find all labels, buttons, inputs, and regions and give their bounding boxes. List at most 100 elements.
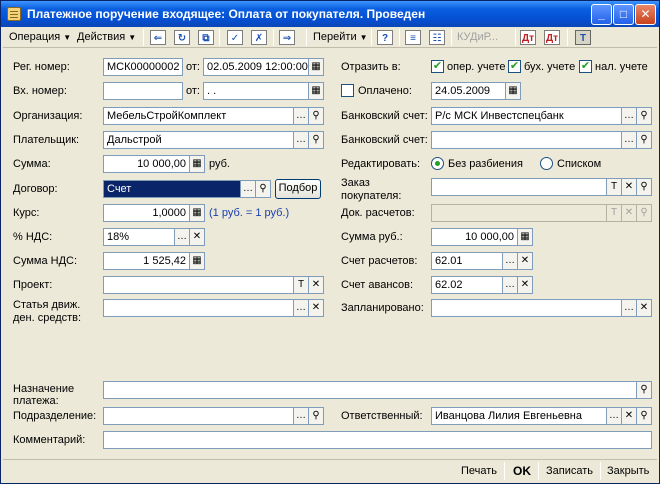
maximize-icon[interactable]: □ (613, 4, 634, 25)
select-ellipsis-icon[interactable]: … (621, 299, 637, 317)
open-search-icon[interactable]: ⚲ (636, 178, 652, 196)
copy-icon[interactable]: ⧉ (198, 30, 214, 45)
calculator-icon[interactable]: ▦ (189, 252, 205, 270)
sum-rub-field[interactable]: 10 000,00 (431, 228, 518, 246)
calendar-icon[interactable]: ▦ (308, 58, 324, 76)
select-ellipsis-icon[interactable]: … (502, 252, 518, 270)
dt-kt-tax-icon[interactable]: Дт (544, 30, 560, 45)
responsible-field[interactable]: Иванцова Лилия Евгеньевна (431, 407, 608, 425)
bank-account-label: Банковский счет: (341, 110, 428, 122)
refresh-icon[interactable]: ↻ (174, 30, 190, 45)
clear-icon[interactable]: ✕ (621, 407, 637, 425)
payer-field[interactable]: Дальстрой (103, 131, 295, 149)
arrow-left-icon[interactable]: ⇐ (150, 30, 166, 45)
order-field[interactable] (431, 178, 608, 196)
vat-sum-field[interactable]: 1 525,42 (103, 252, 190, 270)
purpose-field[interactable] (103, 381, 638, 399)
reg-date-field[interactable]: 02.05.2009 12:00:00 (203, 58, 310, 76)
select-ellipsis-icon[interactable]: … (174, 228, 190, 246)
text-type-icon[interactable]: T (293, 276, 309, 294)
select-ellipsis-icon[interactable]: … (502, 276, 518, 294)
cashflow-label: Статья движ. (13, 299, 81, 311)
organization-field[interactable]: МебельСтройКомплект (103, 107, 295, 125)
select-ellipsis-icon[interactable]: … (293, 107, 309, 125)
document-window: Платежное поручение входящее: Оплата от … (0, 0, 660, 484)
based-on-icon[interactable]: ⇒ (279, 30, 295, 45)
list-icon[interactable]: ≡ (405, 30, 421, 45)
project-label: Проект: (13, 279, 53, 291)
calculator-icon[interactable]: ▦ (517, 228, 533, 246)
settle-account-field[interactable]: 62.01 (431, 252, 504, 270)
paid-checkbox[interactable] (341, 84, 354, 97)
open-search-icon[interactable]: ⚲ (308, 107, 324, 125)
clear-icon[interactable]: ✕ (621, 178, 637, 196)
calendar-icon[interactable]: ▦ (505, 82, 521, 100)
calendar-icon[interactable]: ▦ (308, 82, 324, 100)
sum-field[interactable]: 10 000,00 (103, 155, 190, 173)
select-ellipsis-icon[interactable]: … (293, 299, 309, 317)
post-icon[interactable]: ✓ (227, 30, 243, 45)
operation-menu[interactable]: Операция ▼ (9, 29, 71, 46)
vat-field[interactable]: 18% (103, 228, 176, 246)
nal-checkbox[interactable]: ✔ (579, 60, 592, 73)
clear-icon[interactable]: ✕ (517, 252, 533, 270)
calculator-icon[interactable]: ▦ (189, 204, 205, 222)
rate-field[interactable]: 1,0000 (103, 204, 190, 222)
division-field[interactable] (103, 407, 295, 425)
clear-icon[interactable]: ✕ (636, 299, 652, 317)
vat-sum-label: Сумма НДС: (13, 255, 78, 267)
open-search-icon[interactable]: ⚲ (308, 131, 324, 149)
advance-account-field[interactable]: 62.02 (431, 276, 504, 294)
open-search-icon[interactable]: ⚲ (255, 180, 271, 198)
goto-menu[interactable]: Перейти ▼ (313, 29, 368, 46)
in-number-field[interactable] (103, 82, 183, 100)
dt-kt-icon[interactable]: Дт (520, 30, 536, 45)
unpost-icon[interactable]: ✗ (251, 30, 267, 45)
project-field[interactable] (103, 276, 295, 294)
select-ellipsis-icon[interactable]: … (606, 407, 622, 425)
save-button[interactable]: Записать (546, 463, 593, 479)
paid-date-field[interactable]: 24.05.2009 (431, 82, 507, 100)
cashflow-field[interactable] (103, 299, 295, 317)
contract-field[interactable]: Счет (103, 180, 242, 198)
select-ellipsis-icon[interactable]: … (293, 131, 309, 149)
comment-field[interactable] (103, 431, 652, 449)
ok-button[interactable]: OK (513, 463, 531, 479)
select-ellipsis-icon[interactable]: … (621, 131, 637, 149)
clear-icon[interactable]: ✕ (308, 276, 324, 294)
clear-icon[interactable]: ✕ (517, 276, 533, 294)
planned-field[interactable] (431, 299, 623, 317)
reg-number-field[interactable]: МСК00000002 (103, 58, 183, 76)
payer-bank-account-field[interactable] (431, 131, 623, 149)
open-search-icon[interactable]: ⚲ (636, 107, 652, 125)
calculator-icon[interactable]: ▦ (189, 155, 205, 173)
bank-account-field[interactable]: Р/с МСК Инвестспецбанк (431, 107, 623, 125)
title-bar[interactable]: Платежное поручение входящее: Оплата от … (1, 1, 659, 27)
close-icon[interactable]: ✕ (635, 4, 656, 25)
actions-menu[interactable]: Действия ▼ (77, 29, 136, 46)
structure-icon[interactable]: ☷ (429, 30, 445, 45)
open-search-icon[interactable]: ⚲ (636, 131, 652, 149)
open-search-icon[interactable]: ⚲ (636, 407, 652, 425)
edit-mode-label: Редактировать: (341, 158, 421, 170)
kudir-button[interactable]: КУДиР... (457, 29, 498, 46)
in-date-field[interactable]: . . (203, 82, 310, 100)
text-format-icon[interactable]: T (575, 30, 591, 45)
help-icon[interactable]: ? (377, 30, 393, 45)
open-search-icon[interactable]: ⚲ (636, 381, 652, 399)
open-search-icon[interactable]: ⚲ (308, 407, 324, 425)
buh-checkbox[interactable]: ✔ (508, 60, 521, 73)
podbor-button[interactable]: Подбор (275, 179, 321, 199)
clear-icon[interactable]: ✕ (308, 299, 324, 317)
text-type-icon[interactable]: T (606, 178, 622, 196)
oper-checkbox[interactable]: ✔ (431, 60, 444, 73)
select-ellipsis-icon[interactable]: … (293, 407, 309, 425)
clear-icon[interactable]: ✕ (189, 228, 205, 246)
close-button[interactable]: Закрыть (607, 463, 649, 479)
select-ellipsis-icon[interactable]: … (621, 107, 637, 125)
print-button[interactable]: Печать (461, 463, 497, 479)
edit-no-split-radio[interactable] (431, 157, 444, 170)
edit-list-radio[interactable] (540, 157, 553, 170)
select-ellipsis-icon[interactable]: … (240, 180, 256, 198)
minimize-icon[interactable]: _ (591, 4, 612, 25)
